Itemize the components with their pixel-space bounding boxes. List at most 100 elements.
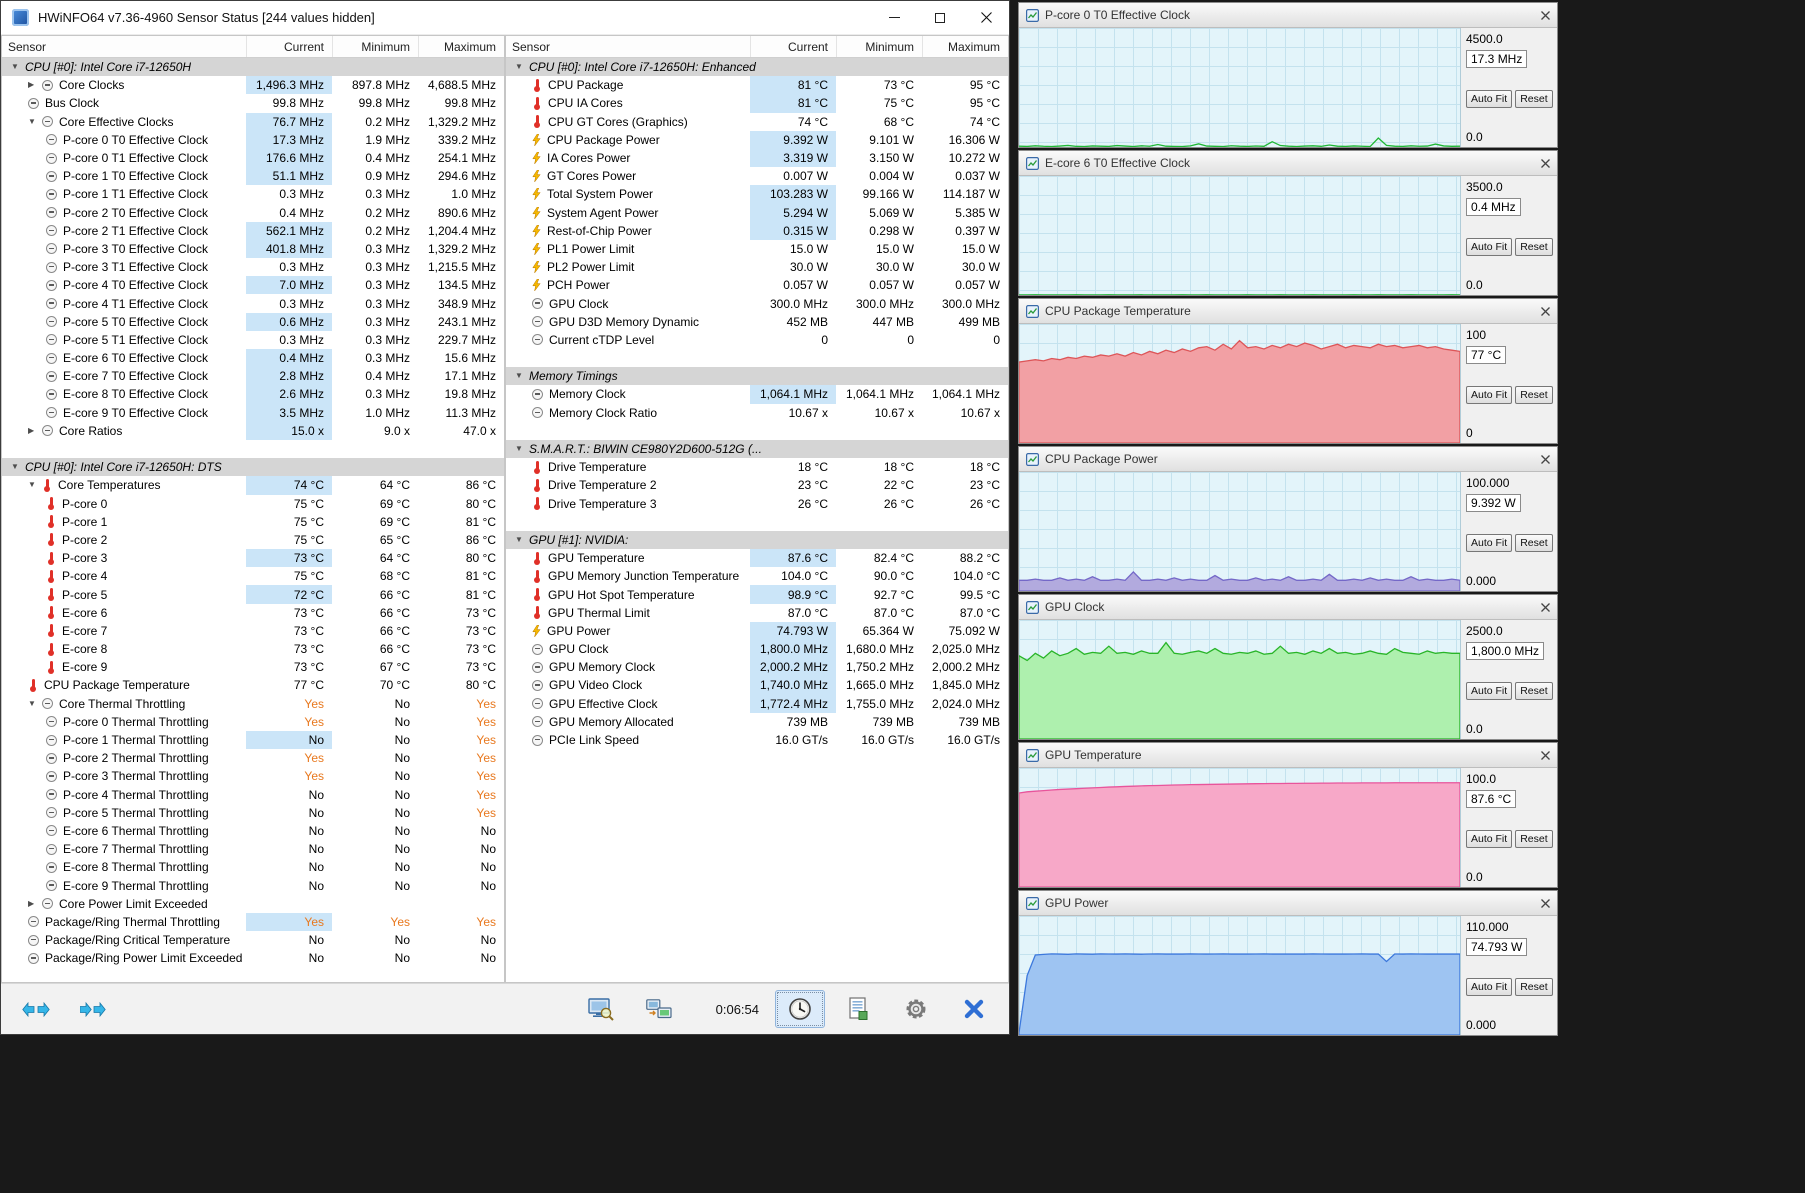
sensor-row[interactable]: P-core 0 T1 Effective Clock176.6 MHz0.4 … [2, 149, 504, 167]
sensor-row[interactable]: E-core 673 °C66 °C73 °C [2, 604, 504, 622]
sensor-row[interactable]: GPU Memory Clock2,000.2 MHz1,750.2 MHz2,… [506, 658, 1008, 676]
sensor-row[interactable]: IA Cores Power3.319 W3.150 W10.272 W [506, 149, 1008, 167]
clock-logging-button[interactable] [775, 990, 825, 1028]
collapse-chevron-icon[interactable]: ▼ [515, 63, 529, 71]
column-header-current[interactable]: Current [246, 36, 332, 57]
monitor-search-button[interactable] [576, 990, 626, 1028]
sensor-row[interactable]: ▶Core Ratios15.0 x9.0 x47.0 x [2, 422, 504, 440]
graph-close-button[interactable] [1541, 455, 1550, 464]
auto-fit-button[interactable]: Auto Fit [1466, 978, 1512, 996]
sensor-row[interactable]: P-core 2 Thermal ThrottlingYesNoYes [2, 749, 504, 767]
graph-titlebar[interactable]: P-core 0 T0 Effective Clock [1019, 3, 1557, 28]
graph-titlebar[interactable]: GPU Temperature [1019, 743, 1557, 768]
sensor-row[interactable]: CPU Package81 °C73 °C95 °C [506, 76, 1008, 94]
column-header-current[interactable]: Current [750, 36, 836, 57]
sensor-row[interactable]: E-core 6 Thermal ThrottlingNoNoNo [2, 822, 504, 840]
sensor-row[interactable]: System Agent Power5.294 W5.069 W5.385 W [506, 204, 1008, 222]
sensor-row[interactable]: Rest-of-Chip Power0.315 W0.298 W0.397 W [506, 222, 1008, 240]
sensor-row[interactable]: CPU Package Power9.392 W9.101 W16.306 W [506, 131, 1008, 149]
sensor-row[interactable]: GPU Power74.793 W65.364 W75.092 W [506, 622, 1008, 640]
sensor-row[interactable]: P-core 5 T1 Effective Clock0.3 MHz0.3 MH… [2, 331, 504, 349]
sensor-row[interactable]: E-core 6 T0 Effective Clock0.4 MHz0.3 MH… [2, 349, 504, 367]
sensor-row[interactable]: P-core 3 T0 Effective Clock401.8 MHz0.3 … [2, 240, 504, 258]
sensor-row[interactable]: CPU IA Cores81 °C75 °C95 °C [506, 94, 1008, 112]
report-button[interactable] [833, 990, 883, 1028]
sensor-row[interactable]: GPU Clock1,800.0 MHz1,680.0 MHz2,025.0 M… [506, 640, 1008, 658]
sensor-row[interactable]: ▶Core Clocks1,496.3 MHz897.8 MHz4,688.5 … [2, 76, 504, 94]
graph-close-button[interactable] [1541, 159, 1550, 168]
sensor-row[interactable]: PCH Power0.057 W0.057 W0.057 W [506, 276, 1008, 294]
sensor-row[interactable]: ▼Core Effective Clocks76.7 MHz0.2 MHz1,3… [2, 113, 504, 131]
sensor-row[interactable]: P-core 0 Thermal ThrottlingYesNoYes [2, 713, 504, 731]
sensor-row[interactable]: GPU Memory Junction Temperature104.0 °C9… [506, 567, 1008, 585]
sensor-row[interactable]: Total System Power103.283 W99.166 W114.1… [506, 185, 1008, 203]
sensor-row[interactable]: GPU Temperature87.6 °C82.4 °C88.2 °C [506, 549, 1008, 567]
collapse-chevron-icon[interactable]: ▼ [11, 463, 25, 471]
sensor-row[interactable]: P-core 4 Thermal ThrottlingNoNoYes [2, 786, 504, 804]
sensor-row[interactable]: P-core 1 T0 Effective Clock51.1 MHz0.9 M… [2, 167, 504, 185]
sensor-row[interactable]: GPU Clock300.0 MHz300.0 MHz300.0 MHz [506, 294, 1008, 312]
reset-button[interactable]: Reset [1515, 682, 1552, 700]
auto-fit-button[interactable]: Auto Fit [1466, 830, 1512, 848]
graph-close-button[interactable] [1541, 11, 1550, 20]
sensor-row[interactable]: P-core 4 T1 Effective Clock0.3 MHz0.3 MH… [2, 294, 504, 312]
auto-fit-button[interactable]: Auto Fit [1466, 682, 1512, 700]
sensor-row[interactable]: P-core 1 Thermal ThrottlingNoNoYes [2, 731, 504, 749]
graph-close-button[interactable] [1541, 751, 1550, 760]
sensor-row[interactable]: Drive Temperature 326 °C26 °C26 °C [506, 495, 1008, 513]
auto-fit-button[interactable]: Auto Fit [1466, 238, 1512, 256]
sensor-row[interactable]: GPU Thermal Limit87.0 °C87.0 °C87.0 °C [506, 604, 1008, 622]
sensor-row[interactable]: Current cTDP Level000 [506, 331, 1008, 349]
graph-titlebar[interactable]: CPU Package Power [1019, 447, 1557, 472]
collapse-chevron-icon[interactable]: ▼ [515, 372, 529, 380]
titlebar[interactable]: HWiNFO64 v7.36-4960 Sensor Status [244 v… [1, 1, 1009, 35]
sensor-row[interactable]: Drive Temperature 223 °C22 °C23 °C [506, 476, 1008, 494]
expand-chevron-icon[interactable]: ▶ [28, 81, 42, 89]
sensor-group-row[interactable]: ▼CPU [#0]: Intel Core i7-12650H: Enhance… [506, 58, 1008, 76]
sensor-row[interactable]: E-core 7 Thermal ThrottlingNoNoNo [2, 840, 504, 858]
reset-button[interactable]: Reset [1515, 386, 1552, 404]
sensor-row[interactable]: P-core 475 °C68 °C81 °C [2, 567, 504, 585]
auto-fit-button[interactable]: Auto Fit [1466, 90, 1512, 108]
sensor-row[interactable]: GPU D3D Memory Dynamic452 MB447 MB499 MB [506, 313, 1008, 331]
double-horizontal-arrow-button[interactable] [11, 990, 61, 1028]
sensor-row[interactable]: P-core 2 T1 Effective Clock562.1 MHz0.2 … [2, 222, 504, 240]
expand-chevron-icon[interactable]: ▶ [28, 427, 42, 435]
collapse-chevron-icon[interactable]: ▼ [515, 536, 529, 544]
sensor-row[interactable]: P-core 4 T0 Effective Clock7.0 MHz0.3 MH… [2, 276, 504, 294]
settings-button[interactable] [891, 990, 941, 1028]
graph-titlebar[interactable]: GPU Clock [1019, 595, 1557, 620]
sensor-row[interactable]: E-core 9 Thermal ThrottlingNoNoNo [2, 876, 504, 894]
sensor-row[interactable]: E-core 7 T0 Effective Clock2.8 MHz0.4 MH… [2, 367, 504, 385]
sensor-row[interactable]: E-core 873 °C66 °C73 °C [2, 640, 504, 658]
graph-close-button[interactable] [1541, 307, 1550, 316]
sensor-row[interactable]: PCIe Link Speed16.0 GT/s16.0 GT/s16.0 GT… [506, 731, 1008, 749]
reset-button[interactable]: Reset [1515, 534, 1552, 552]
sensor-row[interactable]: GPU Video Clock1,740.0 MHz1,665.0 MHz1,8… [506, 676, 1008, 694]
sensor-row[interactable]: P-core 5 Thermal ThrottlingNoNoYes [2, 804, 504, 822]
sensor-row[interactable]: P-core 572 °C66 °C81 °C [2, 585, 504, 603]
sensor-row[interactable]: Package/Ring Critical TemperatureNoNoNo [2, 931, 504, 949]
sensor-row[interactable]: E-core 8 Thermal ThrottlingNoNoNo [2, 858, 504, 876]
sensor-row[interactable]: E-core 773 °C66 °C73 °C [2, 622, 504, 640]
sensor-row[interactable]: E-core 9 T0 Effective Clock3.5 MHz1.0 MH… [2, 404, 504, 422]
sensor-row[interactable]: Package/Ring Thermal ThrottlingYesYesYes [2, 913, 504, 931]
sensor-row[interactable]: Bus Clock99.8 MHz99.8 MHz99.8 MHz [2, 94, 504, 112]
sensor-row[interactable]: P-core 373 °C64 °C80 °C [2, 549, 504, 567]
sensor-row[interactable]: P-core 3 T1 Effective Clock0.3 MHz0.3 MH… [2, 258, 504, 276]
collapse-chevron-icon[interactable]: ▼ [515, 445, 529, 453]
column-header-minimum[interactable]: Minimum [836, 36, 922, 57]
sensor-row[interactable]: Package/Ring Power Limit ExceededNoNoNo [2, 949, 504, 967]
monitors-sync-button[interactable] [634, 990, 684, 1028]
sensor-row[interactable]: GPU Effective Clock1,772.4 MHz1,755.0 MH… [506, 695, 1008, 713]
sensor-row[interactable]: ▼Core Thermal ThrottlingYesNoYes [2, 695, 504, 713]
sensor-row[interactable]: Memory Clock Ratio10.67 x10.67 x10.67 x [506, 404, 1008, 422]
sensor-group-row[interactable]: ▼S.M.A.R.T.: BIWIN CE980Y2D600-512G (... [506, 440, 1008, 458]
graph-titlebar[interactable]: CPU Package Temperature [1019, 299, 1557, 324]
sensor-group-row[interactable]: ▼GPU [#1]: NVIDIA: [506, 531, 1008, 549]
sensor-row[interactable]: P-core 0 T0 Effective Clock17.3 MHz1.9 M… [2, 131, 504, 149]
graph-close-button[interactable] [1541, 603, 1550, 612]
sensor-row[interactable]: ▶Core Power Limit Exceeded [2, 895, 504, 913]
reset-button[interactable]: Reset [1515, 978, 1552, 996]
sensor-row[interactable]: CPU Package Temperature77 °C70 °C80 °C [2, 676, 504, 694]
